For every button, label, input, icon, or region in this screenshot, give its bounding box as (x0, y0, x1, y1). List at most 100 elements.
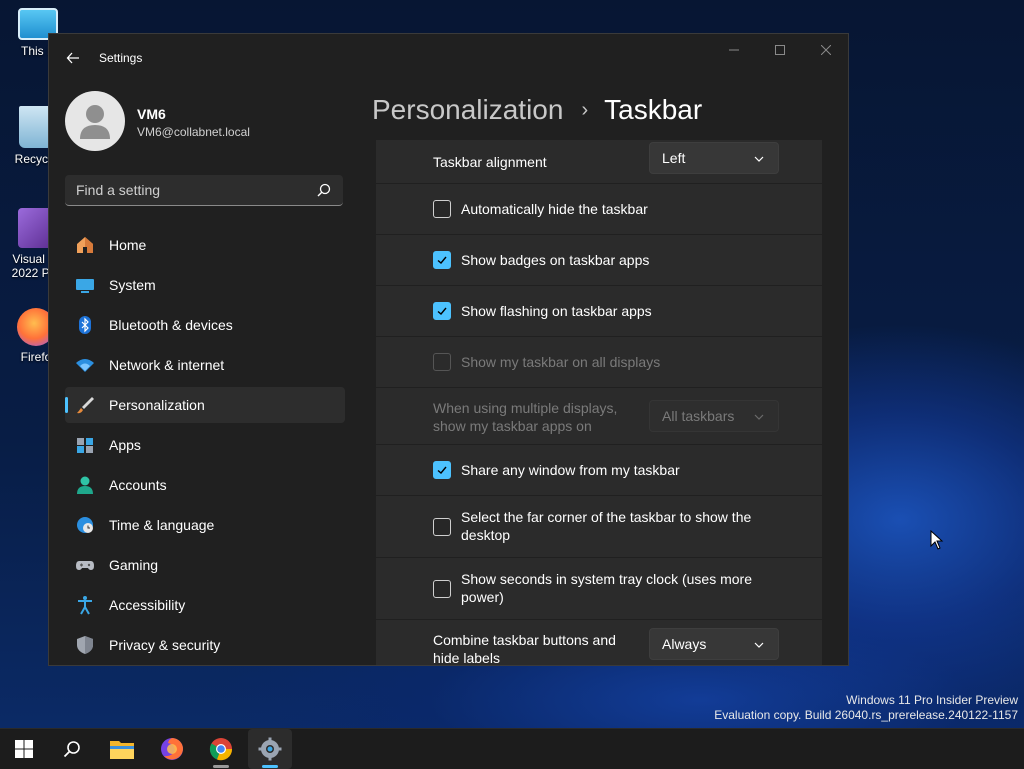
setting-row-share-window[interactable]: Share any window from my taskbar (376, 445, 822, 496)
search-input[interactable] (65, 175, 305, 205)
settings-icon (258, 737, 282, 761)
flashing-checkbox[interactable] (433, 302, 451, 320)
minimize-button[interactable] (711, 34, 757, 66)
share-window-checkbox[interactable] (433, 461, 451, 479)
combine-dropdown[interactable]: Always (649, 628, 779, 660)
multi-display-dropdown: All taskbars (649, 400, 779, 432)
setting-label: Combine taskbar buttons and hide labels (433, 631, 616, 666)
setting-label: When using multiple displays, show my ta… (433, 399, 617, 435)
setting-row-flashing[interactable]: Show flashing on taskbar apps (376, 286, 822, 337)
start-button[interactable] (2, 729, 46, 769)
auto-hide-checkbox[interactable] (433, 200, 451, 218)
globe-clock-icon (75, 515, 95, 535)
setting-row-badges[interactable]: Show badges on taskbar apps (376, 235, 822, 286)
sidebar-item-label: Bluetooth & devices (109, 317, 233, 333)
far-corner-checkbox[interactable] (433, 517, 451, 536)
app-title: Settings (99, 51, 143, 65)
setting-label: Show seconds in system tray clock (uses … (461, 570, 752, 606)
sidebar-item-label: Accounts (109, 477, 167, 493)
page-title: Taskbar (604, 94, 703, 125)
setting-label: Automatically hide the taskbar (461, 201, 648, 217)
sidebar-item-accounts[interactable]: Accounts (65, 467, 345, 503)
setting-row-seconds[interactable]: Show seconds in system tray clock (uses … (376, 558, 822, 620)
search-icon (63, 741, 80, 758)
profile-email: VM6@collabnet.local (137, 125, 250, 139)
mouse-cursor-icon (930, 530, 944, 550)
sidebar-item-label: System (109, 277, 156, 293)
taskbar-behaviors-list: Taskbar alignment Left Automatically hid… (376, 140, 822, 666)
setting-label-line1: Combine taskbar buttons and (433, 632, 616, 648)
taskbar-search-button[interactable] (50, 729, 94, 769)
setting-label: Select the far corner of the taskbar to … (461, 508, 751, 544)
chevron-down-icon (754, 642, 764, 648)
setting-label: Show my taskbar on all displays (461, 354, 661, 370)
title-bar[interactable]: Settings (49, 34, 848, 82)
close-button[interactable] (803, 34, 848, 66)
back-arrow-icon (66, 52, 79, 64)
sidebar-item-label: Personalization (109, 397, 205, 413)
file-explorer-icon (110, 741, 134, 759)
setting-row-combine: Combine taskbar buttons and hide labels … (376, 620, 822, 666)
minimize-icon (729, 49, 739, 51)
sidebar-item-label: Apps (109, 437, 141, 453)
setting-label-line2: desktop (461, 527, 511, 543)
breadcrumb-parent[interactable]: Personalization (372, 94, 563, 126)
sidebar-item-label: Privacy & security (109, 637, 221, 653)
taskbar-chrome[interactable] (199, 729, 243, 769)
chevron-down-icon (754, 156, 764, 162)
seconds-checkbox[interactable] (433, 579, 451, 598)
taskbar-settings[interactable] (248, 729, 292, 769)
setting-label: Share any window from my taskbar (461, 462, 680, 478)
apps-icon (75, 435, 95, 455)
taskbar-file-explorer[interactable] (100, 729, 144, 769)
search-box[interactable] (65, 175, 343, 206)
chevron-down-icon (754, 414, 764, 420)
setting-row-far-corner[interactable]: Select the far corner of the taskbar to … (376, 496, 822, 558)
all-displays-checkbox (433, 353, 451, 371)
watermark-line2: Evaluation copy. Build 26040.rs_prerelea… (714, 708, 1018, 722)
sidebar-item-gaming[interactable]: Gaming (65, 547, 345, 583)
setting-row-auto-hide[interactable]: Automatically hide the taskbar (376, 184, 822, 235)
maximize-button[interactable] (757, 34, 803, 66)
search-icon[interactable] (317, 183, 331, 197)
checkmark-icon (437, 256, 447, 264)
chevron-right-icon: › (581, 98, 589, 121)
sidebar-item-time-language[interactable]: Time & language (65, 507, 345, 543)
setting-label-line2: show my taskbar apps on (433, 418, 592, 434)
setting-label: Taskbar alignment (433, 153, 547, 170)
breadcrumb: Personalization › Taskbar (372, 90, 702, 130)
sidebar-item-personalization[interactable]: Personalization (65, 387, 345, 423)
back-button[interactable] (61, 46, 85, 70)
person-avatar-icon (80, 105, 110, 139)
chrome-icon (209, 738, 233, 761)
sidebar-item-network[interactable]: Network & internet (65, 347, 345, 383)
alignment-dropdown[interactable]: Left (649, 142, 779, 174)
sidebar-item-privacy[interactable]: Privacy & security (65, 627, 345, 663)
setting-label-line2: hide labels (433, 650, 500, 666)
setting-label-line1: When using multiple displays, (433, 400, 618, 416)
setting-row-multi-display: When using multiple displays, show my ta… (376, 388, 822, 445)
sidebar-item-system[interactable]: System (65, 267, 345, 303)
profile-name: VM6 (137, 106, 166, 122)
person-icon (75, 475, 95, 495)
system-icon (75, 275, 95, 295)
build-watermark: Windows 11 Pro Insider Preview Evaluatio… (714, 693, 1018, 723)
setting-label: Show flashing on taskbar apps (461, 303, 652, 319)
setting-label-line1: Show seconds in system tray clock (uses … (461, 571, 752, 587)
checkmark-icon (437, 466, 447, 474)
sidebar-item-label: Gaming (109, 557, 159, 573)
sidebar-item-bluetooth[interactable]: Bluetooth & devices (65, 307, 345, 343)
taskbar-firefox[interactable] (150, 729, 194, 769)
dropdown-value: All taskbars (662, 408, 735, 424)
close-icon (821, 45, 831, 55)
badges-checkbox[interactable] (433, 251, 451, 269)
wifi-icon (75, 355, 95, 375)
taskbar (0, 728, 1024, 769)
sidebar-item-accessibility[interactable]: Accessibility (65, 587, 345, 623)
sidebar-item-label: Time & language (109, 517, 215, 533)
sidebar-item-label: Home (109, 237, 147, 253)
setting-label-line2: power) (461, 589, 504, 605)
sidebar-item-apps[interactable]: Apps (65, 427, 345, 463)
sidebar-item-home[interactable]: Home (65, 227, 345, 263)
avatar[interactable] (65, 91, 125, 151)
